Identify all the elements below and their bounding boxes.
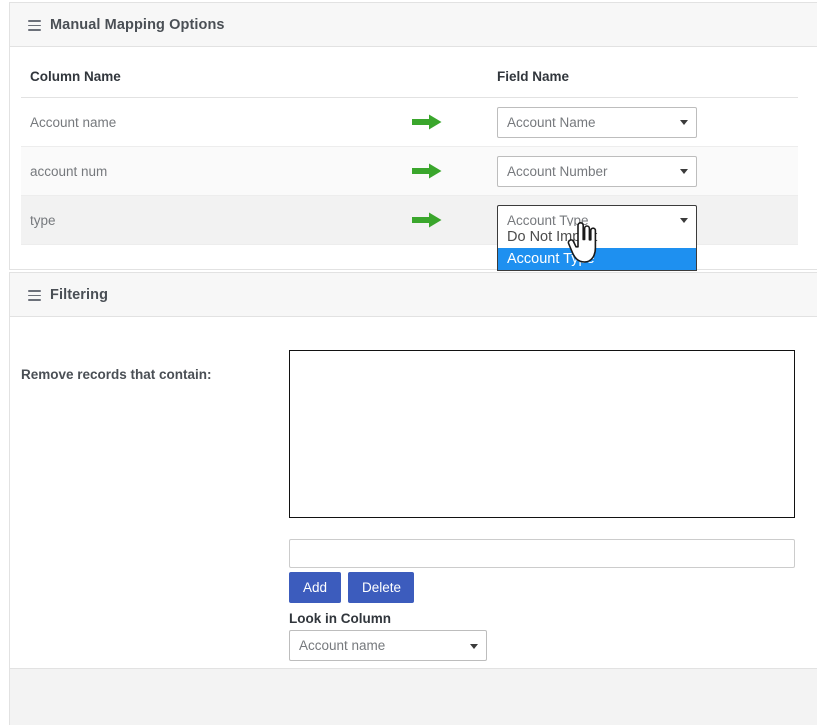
table-row: Account name Account Name (21, 97, 798, 147)
mapping-field-cell: Account Name (489, 97, 798, 147)
mapping-arrow-cell (411, 146, 489, 196)
mapping-field-cell: Account Number (489, 146, 798, 196)
column-name-header: Column Name (21, 57, 489, 98)
filtering-panel-header[interactable]: Filtering (10, 273, 817, 317)
table-row: type Account Type Do Not Import Account … (21, 195, 798, 271)
look-in-column-label: Look in Column (289, 611, 391, 626)
dropdown-option-do-not-import[interactable]: Do Not Import (498, 226, 696, 248)
table-header-row: Column Name Field Name (21, 57, 798, 98)
chevron-down-icon (680, 169, 688, 174)
mapping-column-name: type (21, 195, 411, 245)
chevron-down-icon (680, 218, 688, 223)
green-right-arrow-icon (412, 114, 442, 130)
manual-mapping-body: Column Name Field Name Account name Acco… (10, 57, 817, 271)
filter-values-listbox[interactable] (289, 350, 795, 518)
filtering-body: Remove records that contain: Add Delete … (10, 317, 817, 690)
delete-button[interactable]: Delete (348, 572, 414, 603)
filtering-panel: Filtering Remove records that contain: A… (9, 272, 817, 690)
mapping-arrow-cell (411, 97, 489, 147)
mapping-table-body: Account name Account Name account num Ac… (21, 97, 798, 271)
hamburger-icon (28, 290, 41, 301)
chevron-down-icon (470, 643, 478, 649)
footer-area (9, 668, 817, 725)
dropdown-option-account-type[interactable]: Account Type (498, 248, 696, 270)
remove-records-label: Remove records that contain: (21, 367, 212, 382)
field-name-header: Field Name (489, 57, 798, 98)
field-select-account-number[interactable]: Account Number (497, 155, 697, 187)
add-button[interactable]: Add (289, 572, 341, 603)
table-row: account num Account Number (21, 146, 798, 196)
green-right-arrow-icon (412, 212, 442, 228)
hamburger-icon (28, 20, 41, 31)
mapping-field-cell: Account Type Do Not Import Account Type (489, 195, 798, 271)
manual-mapping-panel: Manual Mapping Options Column Name Field… (9, 2, 817, 271)
mapping-table: Column Name Field Name Account name Acco… (21, 57, 798, 271)
mapping-arrow-cell (411, 195, 489, 245)
field-select-dropdown-list[interactable]: Do Not Import Account Type (497, 226, 697, 271)
manual-mapping-panel-header[interactable]: Manual Mapping Options (10, 3, 817, 47)
look-in-column-value: Account name (299, 638, 386, 653)
page-root: Manual Mapping Options Column Name Field… (0, 0, 817, 725)
manual-mapping-title: Manual Mapping Options (50, 16, 225, 33)
mapping-column-name: account num (21, 146, 411, 196)
filtering-title: Filtering (50, 286, 109, 303)
field-select-value: Account Name (507, 114, 596, 130)
mapping-table-head: Column Name Field Name (21, 57, 798, 98)
field-select-account-name[interactable]: Account Name (497, 106, 697, 138)
green-right-arrow-icon (412, 163, 442, 179)
look-in-column-select[interactable]: Account name (289, 630, 487, 661)
mapping-column-name: Account name (21, 97, 411, 147)
filter-value-input[interactable] (289, 539, 795, 568)
field-select-value: Account Number (507, 163, 608, 179)
chevron-down-icon (680, 120, 688, 125)
